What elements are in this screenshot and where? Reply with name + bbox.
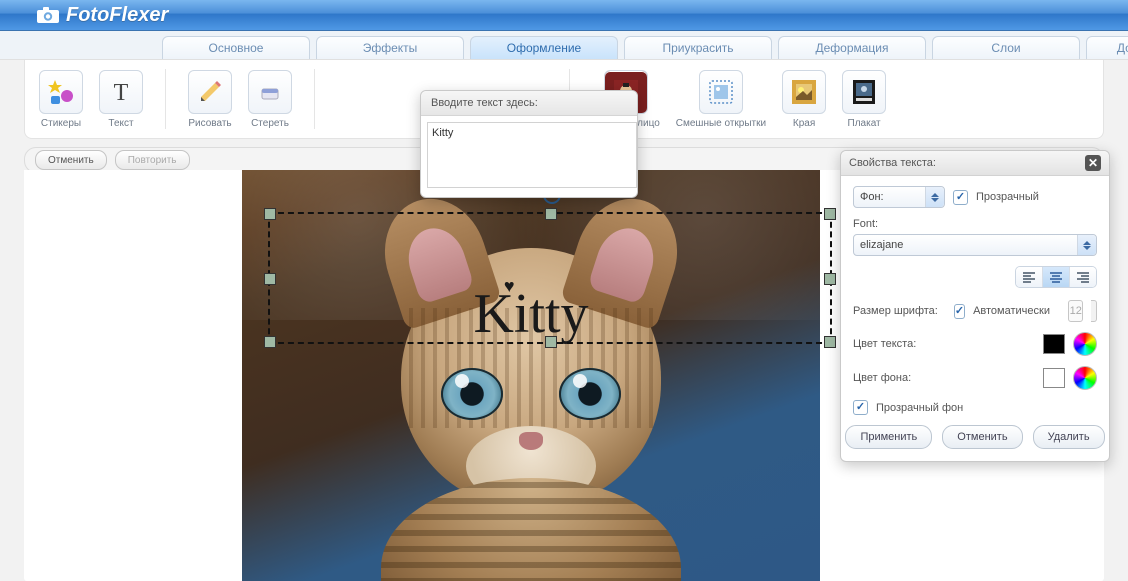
edges-icon bbox=[782, 70, 826, 114]
apply-button[interactable]: Применить bbox=[845, 425, 932, 449]
tool-erase-label: Стереть bbox=[251, 118, 289, 129]
separator bbox=[165, 69, 166, 129]
text-align-group bbox=[1015, 266, 1097, 288]
text-properties-panel[interactable]: Свойства текста: ✕ Фон: Прозрачный Font:… bbox=[840, 150, 1110, 462]
bg-color-label: Цвет фона: bbox=[853, 372, 911, 384]
tool-text[interactable]: T Текст bbox=[99, 70, 143, 129]
cards-icon bbox=[699, 70, 743, 114]
font-value: elizajane bbox=[860, 239, 903, 251]
align-left-button[interactable] bbox=[1016, 267, 1042, 287]
tool-edges-label: Края bbox=[793, 118, 815, 129]
text-input-title[interactable]: Вводите текст здесь: bbox=[421, 91, 637, 116]
tab-advanced[interactable]: Дополнительно bbox=[1086, 36, 1128, 59]
font-select[interactable]: elizajane bbox=[853, 234, 1097, 256]
tool-erase[interactable]: Стереть bbox=[248, 70, 292, 129]
resize-handle-tm[interactable] bbox=[545, 208, 557, 220]
resize-handle-tr[interactable] bbox=[824, 208, 836, 220]
transparent-bg-label: Прозрачный фон bbox=[876, 402, 963, 414]
cancel-button[interactable]: Отменить bbox=[942, 425, 1022, 449]
text-input-field[interactable] bbox=[427, 122, 637, 188]
stickers-icon bbox=[39, 70, 83, 114]
tool-edges[interactable]: Края bbox=[782, 70, 826, 129]
transparent-checkbox[interactable] bbox=[953, 190, 968, 205]
font-size-label: Размер шрифта: bbox=[853, 305, 938, 317]
tab-beautify[interactable]: Приукрасить bbox=[624, 36, 772, 59]
delete-button[interactable]: Удалить bbox=[1033, 425, 1105, 449]
chevron-updown-icon bbox=[1077, 235, 1096, 255]
camera-icon bbox=[36, 6, 60, 24]
auto-size-checkbox[interactable] bbox=[954, 304, 965, 319]
tool-poster[interactable]: Плакат bbox=[842, 70, 886, 129]
text-selection-box[interactable] bbox=[268, 212, 832, 344]
resize-handle-bl[interactable] bbox=[264, 336, 276, 348]
tab-distort[interactable]: Деформация bbox=[778, 36, 926, 59]
text-input-popup[interactable]: Вводите текст здесь: bbox=[420, 90, 638, 198]
tool-draw[interactable]: Рисовать bbox=[188, 70, 232, 129]
svg-text:T: T bbox=[114, 80, 129, 106]
poster-icon bbox=[842, 70, 886, 114]
font-size-input[interactable]: 12 bbox=[1068, 300, 1083, 322]
resize-handle-mr[interactable] bbox=[824, 273, 836, 285]
resize-handle-bm[interactable] bbox=[545, 336, 557, 348]
tool-draw-label: Рисовать bbox=[188, 118, 231, 129]
tab-effects[interactable]: Эффекты bbox=[316, 36, 464, 59]
transparent-bg-checkbox[interactable] bbox=[853, 400, 868, 415]
transparent-label: Прозрачный bbox=[976, 191, 1039, 203]
app-logo: FotoFlexer bbox=[66, 4, 168, 27]
resize-handle-br[interactable] bbox=[824, 336, 836, 348]
undo-button[interactable]: Отменить bbox=[35, 150, 107, 170]
main-tabs: Основное Эффекты Оформление Приукрасить … bbox=[0, 31, 1128, 60]
bg-color-picker[interactable] bbox=[1073, 366, 1097, 390]
app-header: FotoFlexer bbox=[0, 0, 1128, 31]
props-header[interactable]: Свойства текста: ✕ bbox=[841, 151, 1109, 176]
redo-button[interactable]: Повторить bbox=[115, 150, 190, 170]
align-right-button[interactable] bbox=[1069, 267, 1096, 287]
background-select[interactable]: Фон: bbox=[853, 186, 945, 208]
resize-handle-tl[interactable] bbox=[264, 208, 276, 220]
props-title: Свойства текста: bbox=[849, 157, 936, 169]
background-select-label: Фон: bbox=[860, 191, 884, 203]
eraser-icon bbox=[248, 70, 292, 114]
font-size-stepper[interactable] bbox=[1091, 300, 1097, 322]
font-label: Font: bbox=[853, 218, 878, 230]
chevron-updown-icon bbox=[925, 187, 944, 207]
tab-decorate[interactable]: Оформление bbox=[470, 36, 618, 59]
text-color-swatch[interactable] bbox=[1043, 334, 1065, 354]
tool-stickers-label: Стикеры bbox=[41, 118, 81, 129]
resize-handle-ml[interactable] bbox=[264, 273, 276, 285]
auto-size-label: Автоматически bbox=[973, 305, 1050, 317]
tool-poster-label: Плакат bbox=[848, 118, 881, 129]
tab-basic[interactable]: Основное bbox=[162, 36, 310, 59]
close-icon[interactable]: ✕ bbox=[1085, 155, 1101, 171]
bg-color-swatch[interactable] bbox=[1043, 368, 1065, 388]
pencil-icon bbox=[188, 70, 232, 114]
text-icon: T bbox=[99, 70, 143, 114]
tool-stickers[interactable]: Стикеры bbox=[39, 70, 83, 129]
tool-cards-label: Смешные открытки bbox=[676, 118, 766, 129]
align-center-button[interactable] bbox=[1042, 267, 1069, 287]
text-color-picker[interactable] bbox=[1073, 332, 1097, 356]
tool-funny-cards[interactable]: Смешные открытки bbox=[676, 70, 766, 129]
tab-layers[interactable]: Слои bbox=[932, 36, 1080, 59]
separator bbox=[314, 69, 315, 129]
tool-text-label: Текст bbox=[108, 118, 133, 129]
text-color-label: Цвет текста: bbox=[853, 338, 916, 350]
